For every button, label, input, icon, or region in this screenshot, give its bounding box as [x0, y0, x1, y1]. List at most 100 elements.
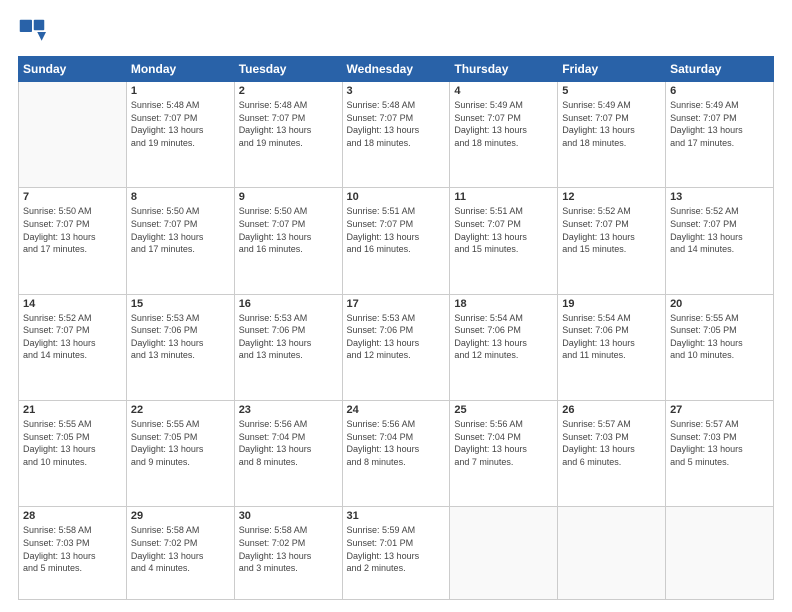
day-number: 19	[562, 298, 661, 310]
calendar-cell: 15 Sunrise: 5:53 AM Sunset: 7:06 PM Dayli…	[126, 294, 234, 400]
day-number: 26	[562, 404, 661, 416]
day-number: 15	[131, 298, 230, 310]
calendar-cell: 2 Sunrise: 5:48 AM Sunset: 7:07 PM Daylig…	[234, 82, 342, 188]
day-info: Sunrise: 5:49 AM Sunset: 7:07 PM Dayligh…	[562, 99, 661, 149]
day-number: 17	[347, 298, 446, 310]
calendar-cell: 10 Sunrise: 5:51 AM Sunset: 7:07 PM Dayli…	[342, 188, 450, 294]
day-info: Sunrise: 5:50 AM Sunset: 7:07 PM Dayligh…	[131, 205, 230, 255]
calendar-cell	[19, 82, 127, 188]
day-info: Sunrise: 5:48 AM Sunset: 7:07 PM Dayligh…	[347, 99, 446, 149]
day-number: 16	[239, 298, 338, 310]
day-info: Sunrise: 5:48 AM Sunset: 7:07 PM Dayligh…	[131, 99, 230, 149]
calendar-cell: 29 Sunrise: 5:58 AM Sunset: 7:02 PM Dayli…	[126, 507, 234, 600]
calendar-cell: 24 Sunrise: 5:56 AM Sunset: 7:04 PM Dayli…	[342, 401, 450, 507]
logo	[18, 18, 50, 46]
day-number: 10	[347, 191, 446, 203]
calendar-cell: 1Sunrise: 5:48 AM Sunset: 7:07 PM Daylig…	[126, 82, 234, 188]
calendar-cell: 6 Sunrise: 5:49 AM Sunset: 7:07 PM Daylig…	[666, 82, 774, 188]
day-info: Sunrise: 5:53 AM Sunset: 7:06 PM Dayligh…	[131, 312, 230, 362]
day-number: 20	[670, 298, 769, 310]
day-number: 12	[562, 191, 661, 203]
day-info: Sunrise: 5:53 AM Sunset: 7:06 PM Dayligh…	[347, 312, 446, 362]
day-info: Sunrise: 5:55 AM Sunset: 7:05 PM Dayligh…	[670, 312, 769, 362]
calendar-cell: 14Sunrise: 5:52 AM Sunset: 7:07 PM Dayli…	[19, 294, 127, 400]
day-info: Sunrise: 5:56 AM Sunset: 7:04 PM Dayligh…	[347, 418, 446, 468]
day-info: Sunrise: 5:52 AM Sunset: 7:07 PM Dayligh…	[23, 312, 122, 362]
day-info: Sunrise: 5:56 AM Sunset: 7:04 PM Dayligh…	[454, 418, 553, 468]
day-number: 18	[454, 298, 553, 310]
day-info: Sunrise: 5:51 AM Sunset: 7:07 PM Dayligh…	[454, 205, 553, 255]
day-number: 7	[23, 191, 122, 203]
day-header-saturday: Saturday	[666, 57, 774, 82]
week-row-3: 14Sunrise: 5:52 AM Sunset: 7:07 PM Dayli…	[19, 294, 774, 400]
calendar-cell: 26Sunrise: 5:57 AM Sunset: 7:03 PM Dayli…	[558, 401, 666, 507]
day-number: 11	[454, 191, 553, 203]
calendar-table: SundayMondayTuesdayWednesdayThursdayFrid…	[18, 56, 774, 600]
calendar-cell	[666, 507, 774, 600]
day-number: 22	[131, 404, 230, 416]
calendar-cell	[450, 507, 558, 600]
day-number: 4	[454, 85, 553, 97]
day-info: Sunrise: 5:56 AM Sunset: 7:04 PM Dayligh…	[239, 418, 338, 468]
day-info: Sunrise: 5:50 AM Sunset: 7:07 PM Dayligh…	[23, 205, 122, 255]
calendar-cell: 25 Sunrise: 5:56 AM Sunset: 7:04 PM Dayli…	[450, 401, 558, 507]
day-number: 6	[670, 85, 769, 97]
calendar-cell: 7 Sunrise: 5:50 AM Sunset: 7:07 PM Daylig…	[19, 188, 127, 294]
day-info: Sunrise: 5:53 AM Sunset: 7:06 PM Dayligh…	[239, 312, 338, 362]
week-row-1: 1Sunrise: 5:48 AM Sunset: 7:07 PM Daylig…	[19, 82, 774, 188]
day-number: 8	[131, 191, 230, 203]
day-info: Sunrise: 5:58 AM Sunset: 7:02 PM Dayligh…	[131, 524, 230, 574]
day-number: 24	[347, 404, 446, 416]
day-number: 29	[131, 510, 230, 522]
calendar-cell: 18Sunrise: 5:54 AM Sunset: 7:06 PM Dayli…	[450, 294, 558, 400]
calendar-cell: 22Sunrise: 5:55 AM Sunset: 7:05 PM Dayli…	[126, 401, 234, 507]
calendar-cell: 12 Sunrise: 5:52 AM Sunset: 7:07 PM Dayli…	[558, 188, 666, 294]
day-number: 25	[454, 404, 553, 416]
day-info: Sunrise: 5:49 AM Sunset: 7:07 PM Dayligh…	[454, 99, 553, 149]
calendar-cell: 31 Sunrise: 5:59 AM Sunset: 7:01 PM Dayli…	[342, 507, 450, 600]
day-number: 28	[23, 510, 122, 522]
calendar-cell: 30Sunrise: 5:58 AM Sunset: 7:02 PM Dayli…	[234, 507, 342, 600]
calendar-cell: 16 Sunrise: 5:53 AM Sunset: 7:06 PM Dayli…	[234, 294, 342, 400]
calendar-cell: 21Sunrise: 5:55 AM Sunset: 7:05 PM Dayli…	[19, 401, 127, 507]
calendar-cell: 19 Sunrise: 5:54 AM Sunset: 7:06 PM Dayli…	[558, 294, 666, 400]
day-info: Sunrise: 5:48 AM Sunset: 7:07 PM Dayligh…	[239, 99, 338, 149]
week-row-5: 28 Sunrise: 5:58 AM Sunset: 7:03 PM Dayli…	[19, 507, 774, 600]
calendar-cell: 4 Sunrise: 5:49 AM Sunset: 7:07 PM Daylig…	[450, 82, 558, 188]
day-info: Sunrise: 5:57 AM Sunset: 7:03 PM Dayligh…	[670, 418, 769, 468]
day-header-monday: Monday	[126, 57, 234, 82]
day-info: Sunrise: 5:59 AM Sunset: 7:01 PM Dayligh…	[347, 524, 446, 574]
day-info: Sunrise: 5:50 AM Sunset: 7:07 PM Dayligh…	[239, 205, 338, 255]
logo-icon	[18, 18, 46, 46]
calendar-cell: 28 Sunrise: 5:58 AM Sunset: 7:03 PM Dayli…	[19, 507, 127, 600]
calendar-cell: 13Sunrise: 5:52 AM Sunset: 7:07 PM Dayli…	[666, 188, 774, 294]
day-number: 2	[239, 85, 338, 97]
calendar-cell: 8 Sunrise: 5:50 AM Sunset: 7:07 PM Daylig…	[126, 188, 234, 294]
day-info: Sunrise: 5:58 AM Sunset: 7:02 PM Dayligh…	[239, 524, 338, 574]
header	[18, 18, 774, 46]
calendar-cell: 5Sunrise: 5:49 AM Sunset: 7:07 PM Daylig…	[558, 82, 666, 188]
day-info: Sunrise: 5:55 AM Sunset: 7:05 PM Dayligh…	[23, 418, 122, 468]
day-header-thursday: Thursday	[450, 57, 558, 82]
day-info: Sunrise: 5:51 AM Sunset: 7:07 PM Dayligh…	[347, 205, 446, 255]
day-info: Sunrise: 5:52 AM Sunset: 7:07 PM Dayligh…	[562, 205, 661, 255]
calendar-cell: 23Sunrise: 5:56 AM Sunset: 7:04 PM Dayli…	[234, 401, 342, 507]
calendar-cell: 17 Sunrise: 5:53 AM Sunset: 7:06 PM Dayli…	[342, 294, 450, 400]
day-info: Sunrise: 5:52 AM Sunset: 7:07 PM Dayligh…	[670, 205, 769, 255]
calendar-cell: 9 Sunrise: 5:50 AM Sunset: 7:07 PM Daylig…	[234, 188, 342, 294]
day-number: 9	[239, 191, 338, 203]
day-info: Sunrise: 5:54 AM Sunset: 7:06 PM Dayligh…	[562, 312, 661, 362]
day-header-sunday: Sunday	[19, 57, 127, 82]
day-header-tuesday: Tuesday	[234, 57, 342, 82]
day-number: 3	[347, 85, 446, 97]
calendar-cell: 3 Sunrise: 5:48 AM Sunset: 7:07 PM Daylig…	[342, 82, 450, 188]
day-info: Sunrise: 5:58 AM Sunset: 7:03 PM Dayligh…	[23, 524, 122, 574]
day-number: 31	[347, 510, 446, 522]
calendar-header-row: SundayMondayTuesdayWednesdayThursdayFrid…	[19, 57, 774, 82]
calendar-cell	[558, 507, 666, 600]
day-header-friday: Friday	[558, 57, 666, 82]
calendar-cell: 11 Sunrise: 5:51 AM Sunset: 7:07 PM Dayli…	[450, 188, 558, 294]
day-info: Sunrise: 5:49 AM Sunset: 7:07 PM Dayligh…	[670, 99, 769, 149]
week-row-2: 7 Sunrise: 5:50 AM Sunset: 7:07 PM Daylig…	[19, 188, 774, 294]
calendar-cell: 27Sunrise: 5:57 AM Sunset: 7:03 PM Dayli…	[666, 401, 774, 507]
